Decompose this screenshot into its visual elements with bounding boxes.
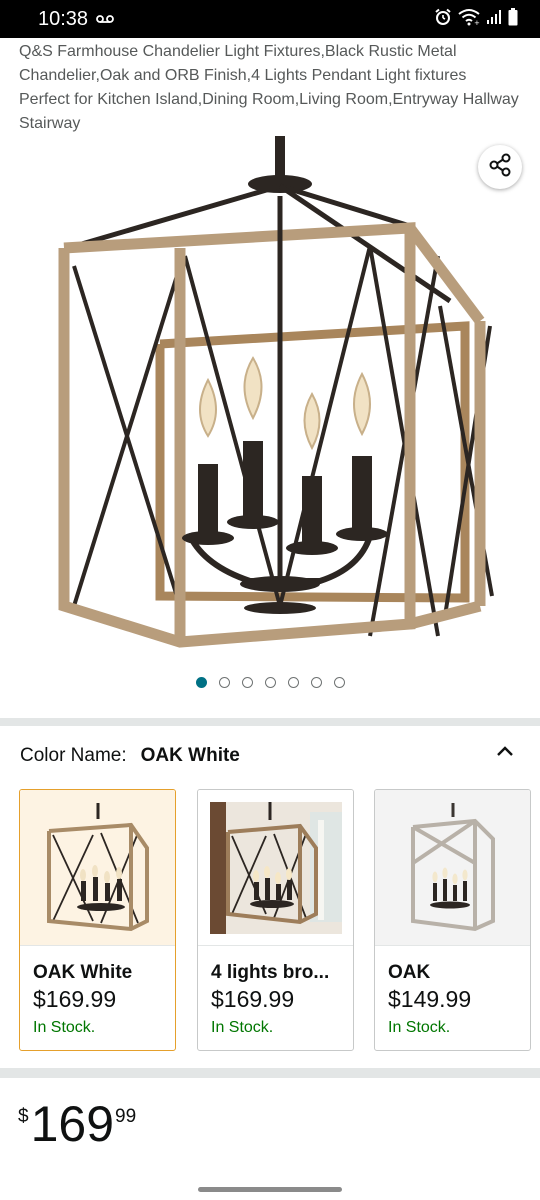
share-icon	[487, 152, 513, 183]
carousel-dot[interactable]	[218, 677, 230, 688]
status-icons: +	[434, 7, 518, 31]
color-name-label: Color Name:	[20, 745, 127, 766]
chevron-up-icon	[494, 746, 516, 766]
variant-card-oak[interactable]: OAK $149.99 In Stock.	[374, 789, 531, 1051]
home-indicator[interactable]	[198, 1187, 342, 1192]
carousel-dot[interactable]	[333, 677, 345, 688]
product-price: $ 169 99	[18, 1098, 136, 1150]
variant-thumbnail	[20, 790, 175, 946]
status-bar: 10:38 +	[0, 0, 540, 38]
svg-text:+: +	[474, 19, 480, 26]
product-title: Q&S Farmhouse Chandelier Light Fixtures,…	[19, 43, 519, 132]
signal-icon	[486, 9, 502, 30]
product-image[interactable]	[40, 136, 500, 656]
battery-icon	[508, 7, 518, 31]
carousel-dot[interactable]	[264, 677, 276, 688]
variant-price: $169.99	[211, 986, 295, 1012]
carousel-dot[interactable]	[195, 677, 207, 688]
variant-stock-status: In Stock.	[33, 1019, 96, 1036]
variant-thumbnail	[375, 790, 530, 946]
section-divider	[0, 1068, 540, 1078]
wifi-icon: +	[458, 8, 480, 31]
variant-name: OAK	[388, 962, 431, 983]
variant-price: $169.99	[33, 986, 117, 1012]
section-divider	[0, 718, 540, 726]
alarm-icon	[434, 8, 452, 31]
variant-name: OAK White	[33, 962, 133, 983]
carousel-dot[interactable]	[287, 677, 299, 688]
variant-card-4-lights-bronze[interactable]: 4 lights bro... $169.99 In Stock.	[197, 789, 354, 1051]
status-time: 10:38	[38, 7, 89, 30]
share-button[interactable]	[478, 145, 522, 189]
variant-thumbnail	[198, 790, 353, 946]
price-whole: 169	[30, 1096, 115, 1152]
color-selector-header: Color Name: OAK White	[20, 744, 520, 768]
color-name-value: OAK White	[140, 745, 240, 766]
variant-name: 4 lights bro...	[211, 962, 330, 983]
collapse-button[interactable]	[494, 740, 516, 762]
price-currency-symbol: $	[18, 1106, 29, 1127]
variant-card-oak-white[interactable]: OAK White $169.99 In Stock.	[19, 789, 176, 1051]
variant-stock-status: In Stock.	[211, 1019, 274, 1036]
image-carousel-dots	[0, 677, 540, 688]
carousel-dot[interactable]	[241, 677, 253, 688]
price-fraction: 99	[115, 1106, 137, 1127]
variant-stock-status: In Stock.	[388, 1019, 451, 1036]
voicemail-icon	[96, 12, 114, 27]
variant-price: $149.99	[388, 986, 472, 1012]
carousel-dot[interactable]	[310, 677, 322, 688]
